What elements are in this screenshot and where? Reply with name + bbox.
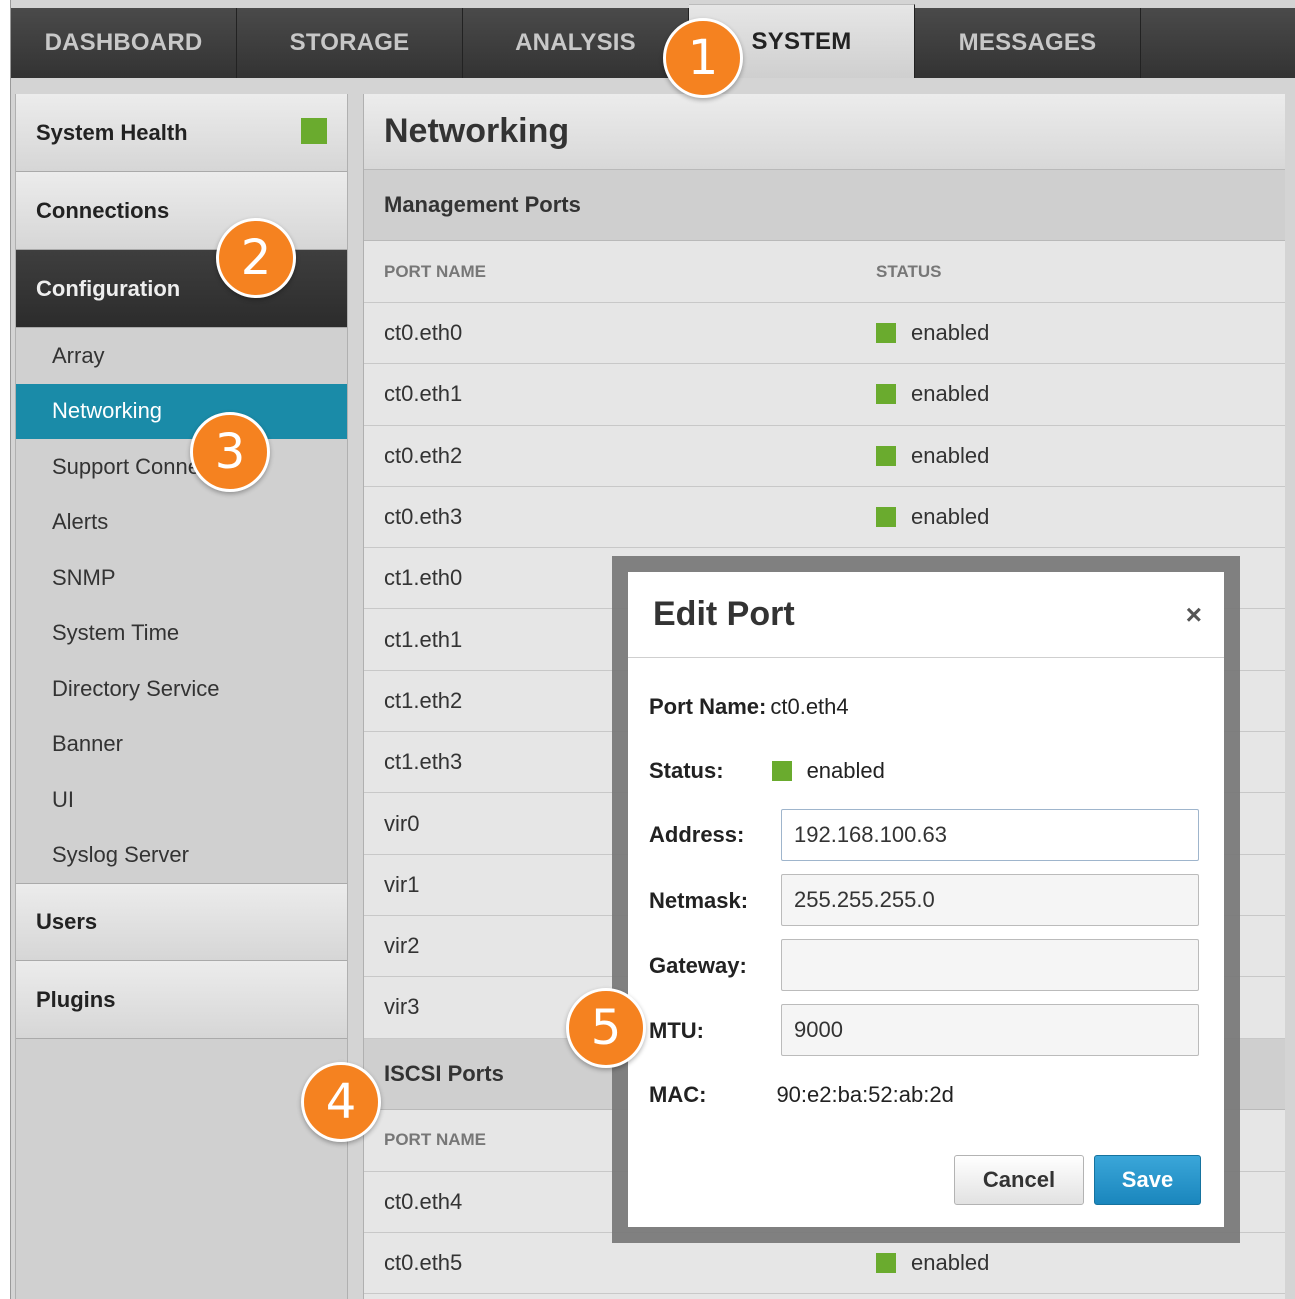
health-status-indicator (301, 118, 327, 144)
netmask-label-wrap: Netmask: (649, 888, 748, 914)
port-name-cell: ct0.eth3 (384, 504, 463, 530)
port-name-cell: ct0.eth1 (384, 381, 463, 407)
address-input[interactable] (781, 809, 1199, 861)
sidebar-connections-label: Connections (36, 197, 170, 223)
save-button[interactable]: Save (1094, 1155, 1201, 1205)
status-cell: enabled (876, 381, 989, 407)
sidebar-item-system-time[interactable]: System Time (16, 606, 347, 662)
dialog-title: Edit Port (653, 595, 795, 633)
sidebar-item-syslog-server[interactable]: Syslog Server (16, 828, 347, 884)
tab-storage[interactable]: STORAGE (237, 8, 463, 78)
status-indicator (876, 323, 896, 344)
status-text: enabled (911, 1250, 990, 1275)
gateway-label: Gateway: (649, 953, 747, 978)
status-cell: enabled (876, 443, 989, 469)
status-indicator (771, 761, 792, 781)
management-ports-column-header: PORT NAME STATUS (364, 241, 1285, 303)
status-value: enabled (806, 758, 885, 783)
status-indicator (876, 445, 896, 466)
tab-dashboard[interactable]: DASHBOARD (11, 8, 237, 78)
mac-label: MAC: (649, 1082, 707, 1107)
tab-analysis[interactable]: ANALYSIS (463, 8, 689, 78)
sidebar-configuration[interactable]: Configuration (16, 250, 347, 328)
status-cell: enabled (876, 320, 989, 346)
table-row[interactable]: ct0.eth0 enabled (364, 303, 1285, 365)
table-row[interactable]: ct0.eth3 enabled (364, 486, 1285, 549)
port-name-label: Port Name: (649, 694, 767, 719)
sidebar-item-array[interactable]: Array (16, 328, 347, 384)
callout-5: 5 (566, 988, 646, 1068)
cancel-button[interactable]: Cancel (954, 1155, 1084, 1205)
status-cell: enabled (876, 504, 989, 530)
callout-4: 4 (301, 1062, 381, 1142)
management-ports-heading: Management Ports (364, 170, 1285, 241)
sidebar-item-support-connectivity[interactable]: Support Connectivity (16, 439, 347, 495)
status-indicator (876, 1253, 896, 1273)
port-name-cell: ct0.eth0 (384, 320, 463, 346)
page-title: Networking (364, 94, 1285, 170)
edit-port-dialog: Edit Port × Port Name: ct0.eth4 Status: … (628, 572, 1224, 1227)
callout-1: 1 (663, 18, 743, 98)
close-icon[interactable]: × (1186, 599, 1202, 631)
sidebar-users[interactable]: Users (16, 883, 347, 961)
status-text: enabled (911, 381, 990, 407)
sidebar-item-ui[interactable]: UI (16, 772, 347, 828)
sidebar-users-label: Users (36, 909, 98, 934)
sidebar-system-health[interactable]: System Health (16, 94, 347, 172)
table-row[interactable]: ct0.eth1 enabled (364, 364, 1285, 426)
address-label: Address: (649, 822, 745, 847)
callout-2: 2 (216, 218, 296, 298)
port-name-cell: ct0.eth5 (384, 1250, 463, 1275)
status-text: enabled (911, 504, 990, 530)
column-status: STATUS (876, 261, 942, 281)
top-navigation: DASHBOARD STORAGE ANALYSIS SYSTEM MESSAG… (11, 4, 1295, 78)
mtu-label: MTU: (649, 1018, 704, 1043)
sidebar-configuration-label: Configuration (36, 275, 181, 301)
mac-line: MAC: 90:e2:ba:52:ab:2d (649, 1082, 954, 1108)
sidebar-item-alerts[interactable]: Alerts (16, 495, 347, 551)
status-line: Status: enabled (649, 758, 885, 784)
sidebar-item-directory-service[interactable]: Directory Service (16, 661, 347, 717)
tab-messages[interactable]: MESSAGES (915, 8, 1141, 78)
status-text: enabled (911, 442, 990, 468)
netmask-input[interactable] (781, 874, 1199, 926)
gateway-label-wrap: Gateway: (649, 953, 747, 979)
mac-value: 90:e2:ba:52:ab:2d (776, 1082, 954, 1107)
sidebar-connections[interactable]: Connections (16, 172, 347, 250)
configuration-submenu: Array Networking Support Connectivity Al… (16, 328, 347, 883)
status-cell: enabled (876, 1250, 989, 1276)
port-name-cell: ct0.eth2 (384, 442, 463, 468)
port-name-line: Port Name: ct0.eth4 (649, 694, 849, 720)
sidebar-item-snmp[interactable]: SNMP (16, 550, 347, 606)
status-indicator (876, 507, 896, 528)
netmask-label: Netmask: (649, 888, 749, 913)
callout-3: 3 (190, 412, 270, 492)
sidebar-item-networking[interactable]: Networking (16, 383, 347, 439)
status-indicator (876, 384, 896, 405)
gateway-input[interactable] (781, 939, 1199, 991)
dialog-header: Edit Port × (628, 572, 1224, 658)
address-label-wrap: Address: (649, 822, 744, 848)
table-row[interactable]: ct0.eth2 enabled (364, 425, 1285, 487)
mtu-input[interactable] (781, 1004, 1199, 1056)
status-label: Status: (649, 758, 724, 783)
sidebar-item-banner[interactable]: Banner (16, 717, 347, 773)
status-text: enabled (911, 320, 990, 346)
column-port-name: PORT NAME (384, 261, 486, 281)
sidebar: System Health Connections Configuration … (15, 94, 348, 1299)
sidebar-system-health-label: System Health (36, 119, 188, 145)
mtu-label-wrap: MTU: (649, 1018, 704, 1044)
sidebar-plugins-label: Plugins (36, 986, 116, 1012)
sidebar-plugins[interactable]: Plugins (16, 961, 347, 1039)
port-name-value: ct0.eth4 (770, 694, 849, 719)
